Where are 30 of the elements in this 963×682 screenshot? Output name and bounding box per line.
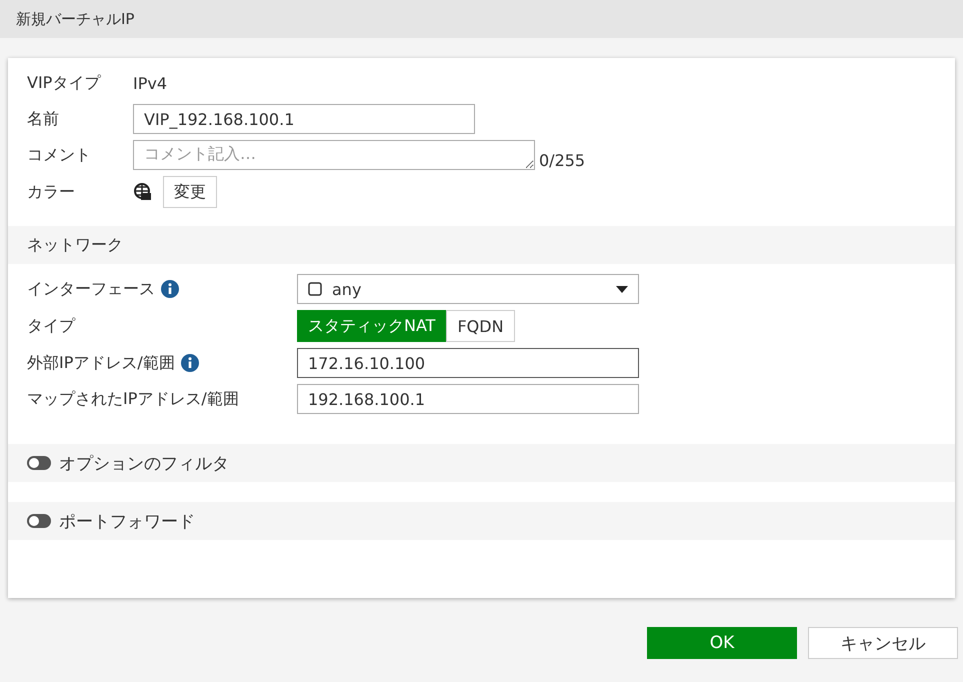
name-field[interactable]: VIP_192.168.100.1: [133, 104, 475, 134]
comment-field[interactable]: コメント記入…: [133, 140, 535, 170]
ok-button[interactable]: OK: [647, 627, 797, 659]
toggle-switch[interactable]: [27, 514, 51, 528]
type-option[interactable]: FQDN: [446, 310, 515, 342]
section-title: ネットワーク: [27, 234, 123, 256]
toggle-switch[interactable]: [27, 456, 51, 470]
interface-dropdown[interactable]: any: [297, 274, 639, 304]
cancel-button[interactable]: キャンセル: [808, 627, 958, 659]
type-option[interactable]: スタティックNAT: [297, 310, 446, 342]
change-color-button[interactable]: 変更: [163, 176, 217, 208]
external-ip-field[interactable]: 172.16.10.100: [297, 348, 639, 378]
field-label: マップされたIPアドレス/範囲: [27, 388, 239, 410]
info-icon: [180, 354, 199, 372]
field-label: タイプ: [27, 314, 76, 336]
window-title: 新規バーチャルIP: [0, 0, 963, 38]
field-label: 名前: [27, 108, 60, 130]
caret-icon: [616, 286, 628, 292]
mapped-ip-field[interactable]: 192.168.100.1: [297, 384, 639, 414]
section-title: ポートフォワード: [59, 510, 195, 532]
vip-type-value: IPv4: [133, 74, 168, 92]
info-icon: [161, 280, 179, 298]
globe-icon: [133, 183, 151, 201]
character-count: 0/255: [539, 151, 586, 170]
section-title: オプションのフィルタ: [59, 452, 229, 474]
field-label: コメント: [27, 144, 92, 166]
field-label: カラー: [27, 180, 76, 202]
field-label: VIPタイプ: [27, 72, 102, 94]
field-label: 外部IPアドレス/範囲: [27, 352, 175, 374]
field-label: インターフェース: [27, 278, 155, 300]
